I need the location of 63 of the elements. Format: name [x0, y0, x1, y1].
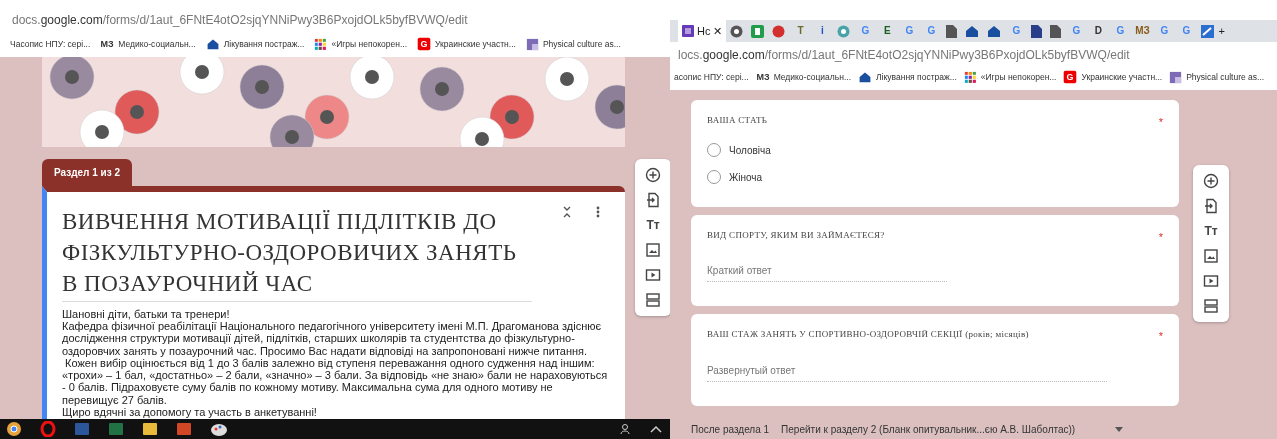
after-section-label: После раздела 1: [691, 422, 770, 437]
form-icon: [682, 25, 694, 37]
section-icon[interactable]: [1203, 298, 1219, 314]
video-icon[interactable]: [645, 266, 661, 283]
bookmark-link[interactable]: Physical culture as...: [1186, 70, 1265, 84]
bookmark-link[interactable]: «Игры непокорен...: [331, 37, 408, 51]
tile-icon: [1169, 71, 1182, 83]
browser-tab[interactable]: Нс ✕: [678, 20, 727, 42]
bookmark-link[interactable]: Лікування постраж...: [876, 70, 957, 84]
app-icon[interactable]: [176, 420, 192, 437]
section-icon[interactable]: [645, 291, 661, 308]
import-icon[interactable]: [1203, 198, 1219, 214]
required-mark: *: [1158, 329, 1163, 344]
bookmark-link[interactable]: Physical culture as...: [542, 37, 621, 51]
bookmark-link[interactable]: Украинские участн...: [435, 37, 516, 51]
add-icon[interactable]: [1203, 173, 1219, 189]
bookmark-link[interactable]: асопис НПУ: серi...: [674, 70, 749, 84]
browser-icon[interactable]: [6, 420, 22, 437]
bookmark-icon: МЗ: [756, 70, 769, 84]
new-tab-button[interactable]: +: [1218, 22, 1225, 40]
chevron-up-icon[interactable]: [650, 424, 662, 433]
house-icon: [206, 38, 219, 50]
answer-field[interactable]: Развернутый ответ: [707, 362, 1107, 382]
video-icon[interactable]: [1203, 273, 1219, 289]
add-icon[interactable]: [645, 166, 661, 183]
image-icon[interactable]: [645, 241, 661, 258]
more-icon[interactable]: [596, 205, 600, 218]
question-title[interactable]: ВАШ СТАЖ ЗАНЯТЬ У СПОРТИВНО-ОЗДОРОВЧІЙ СЕКЦІЇ (років; місяців): [707, 328, 1029, 345]
collapse-icon[interactable]: [562, 205, 572, 218]
bookmark-link[interactable]: Украинские участн...: [1081, 70, 1163, 84]
grid-icon: [964, 71, 977, 83]
section-dropdown[interactable]: Перейти к разделу 2 (Бланк опитувальник...єю А.В. Шаболтас)): [781, 421, 1124, 437]
bookmark-link[interactable]: Часопис НПУ: серi...: [10, 37, 91, 51]
option-label: Жіноча: [729, 170, 763, 185]
close-button[interactable]: ✕: [713, 22, 723, 40]
house-icon: [858, 71, 872, 83]
form-title[interactable]: ВИВЧЕННЯ МОТИВАЦІЇ ПІДЛІТКІВ ДО ФІЗКУЛЬТУРНО-ОЗДОРОВИЧИХ ЗАНЯТЬ В ПОЗАУРОЧНИЙ ЧАС: [62, 205, 532, 302]
tile-icon: [526, 38, 539, 50]
address-text[interactable]: locs.google.com/forms/d/1aut_6FNtE4otO2sjqYNNiPwy3B6PxojdOLk5byfBVWQ/edit: [670, 42, 1277, 64]
grid-icon: [315, 38, 327, 50]
title-text-button[interactable]: Tт: [1204, 223, 1218, 239]
bookmark-link[interactable]: Медико-социальн...: [118, 37, 196, 51]
tab-title: Нс: [697, 23, 711, 39]
bookmark-link[interactable]: Медико-социальн...: [773, 70, 851, 84]
required-mark: *: [1158, 115, 1163, 130]
bookmark-link[interactable]: Лікування постраж...: [223, 37, 305, 51]
import-icon[interactable]: [645, 191, 661, 208]
bookmark-icon: МЗ: [101, 37, 114, 51]
app-icon[interactable]: [142, 420, 158, 437]
required-mark: *: [1158, 229, 1163, 245]
address-text[interactable]: docs.google.com/forms/d/1aut_6FNtE4otO2sjqYNNiPwy3B6PxojdOLk5byfBVWQ/edit: [0, 11, 670, 29]
question-title[interactable]: ВАША СТАТЬ: [707, 114, 768, 131]
section-tab[interactable]: Раздел 1 из 2: [42, 158, 133, 186]
dropdown-caret-icon: [1115, 426, 1124, 432]
bookmark-link[interactable]: «Игры непокорен...: [980, 70, 1057, 84]
question-title[interactable]: ВИД СПОРТУ, ЯКИМ ВИ ЗАЙМАЄТЕСЯ?: [707, 228, 885, 245]
bookmark-icon: G: [1064, 70, 1077, 84]
ring-icon[interactable]: [40, 420, 56, 437]
answer-field[interactable]: Краткий ответ: [707, 263, 947, 282]
title-text-button[interactable]: Tт: [646, 216, 660, 233]
image-icon[interactable]: [1203, 248, 1219, 264]
option-label: Чоловіча: [729, 143, 771, 158]
bookmark-icon: G: [417, 37, 431, 51]
